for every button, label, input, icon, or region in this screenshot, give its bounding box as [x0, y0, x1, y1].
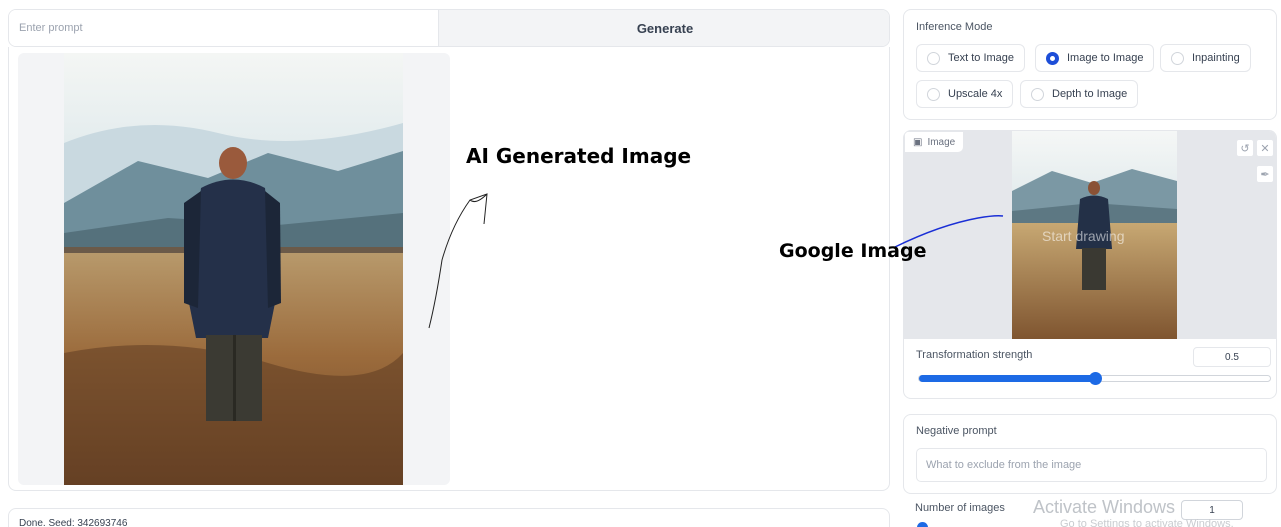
status-text: Done. Seed: 342693746: [19, 518, 128, 527]
undo-icon: ↺: [1240, 142, 1250, 155]
generate-button[interactable]: Generate: [438, 10, 889, 46]
status-panel: Done. Seed: 342693746: [8, 508, 890, 527]
annotation-ai-generated: AI Generated Image: [466, 144, 692, 168]
image-icon: ▣: [913, 136, 923, 148]
brush-button[interactable]: ✒: [1256, 165, 1274, 183]
radio-dot: [927, 51, 940, 65]
annotation-google-image: Google Image: [779, 240, 927, 262]
radio-label: Depth to Image: [1052, 88, 1128, 100]
image-label: Image: [927, 136, 956, 148]
generated-image[interactable]: [18, 53, 450, 485]
number-of-images-input[interactable]: [1181, 500, 1243, 520]
sketch-hint: Start drawing: [1042, 228, 1125, 244]
radio-label: Text to Image: [948, 52, 1015, 64]
brush-icon: ✒: [1260, 168, 1270, 181]
negative-prompt-label: Negative prompt: [916, 425, 997, 437]
output-gallery: [8, 47, 890, 491]
slider-thumb[interactable]: [1088, 372, 1102, 385]
prompt-row: Generate: [8, 9, 890, 47]
radio-image-to-image[interactable]: Image to Image: [1035, 44, 1155, 72]
radio-dot: [927, 87, 940, 101]
number-of-images-label: Number of images: [915, 502, 1005, 514]
transformation-strength-label: Transformation strength: [916, 349, 1033, 361]
radio-dot: [1046, 51, 1059, 65]
image-input-panel: Start drawing ▣ Image ↺ ✕ ✒ Transformati…: [903, 130, 1277, 399]
inference-mode-label: Inference Mode: [916, 21, 993, 33]
number-of-images-slider-thumb[interactable]: [917, 522, 928, 527]
radio-upscale-4x[interactable]: Upscale 4x: [916, 80, 1014, 108]
negative-prompt-input[interactable]: [916, 448, 1267, 482]
negative-prompt-panel: Negative prompt: [903, 414, 1277, 494]
close-icon: ✕: [1260, 142, 1270, 155]
radio-inpainting[interactable]: Inpainting: [1160, 44, 1251, 72]
radio-label: Upscale 4x: [948, 88, 1003, 100]
inference-mode-panel: Inference Mode Text to Image Image to Im…: [903, 9, 1277, 120]
transformation-strength-input[interactable]: [1193, 347, 1271, 367]
activate-windows-title: Activate Windows: [1033, 497, 1176, 517]
undo-button[interactable]: ↺: [1236, 139, 1254, 157]
image-canvas[interactable]: Start drawing: [904, 131, 1276, 339]
radio-label: Inpainting: [1192, 52, 1240, 64]
radio-depth-to-image[interactable]: Depth to Image: [1020, 80, 1139, 108]
image-tag: ▣ Image: [904, 131, 965, 153]
radio-dot: [1171, 51, 1184, 65]
clear-button[interactable]: ✕: [1256, 139, 1274, 157]
radio-label: Image to Image: [1067, 52, 1144, 64]
radio-text-to-image[interactable]: Text to Image: [916, 44, 1026, 72]
radio-dot: [1031, 87, 1044, 101]
generated-photo: [64, 53, 403, 485]
prompt-input[interactable]: [9, 10, 438, 46]
activate-windows-subtitle: Go to Settings to activate Windows.: [1060, 518, 1234, 527]
transformation-strength-slider[interactable]: [918, 372, 1271, 385]
slider-fill: [919, 375, 1095, 382]
